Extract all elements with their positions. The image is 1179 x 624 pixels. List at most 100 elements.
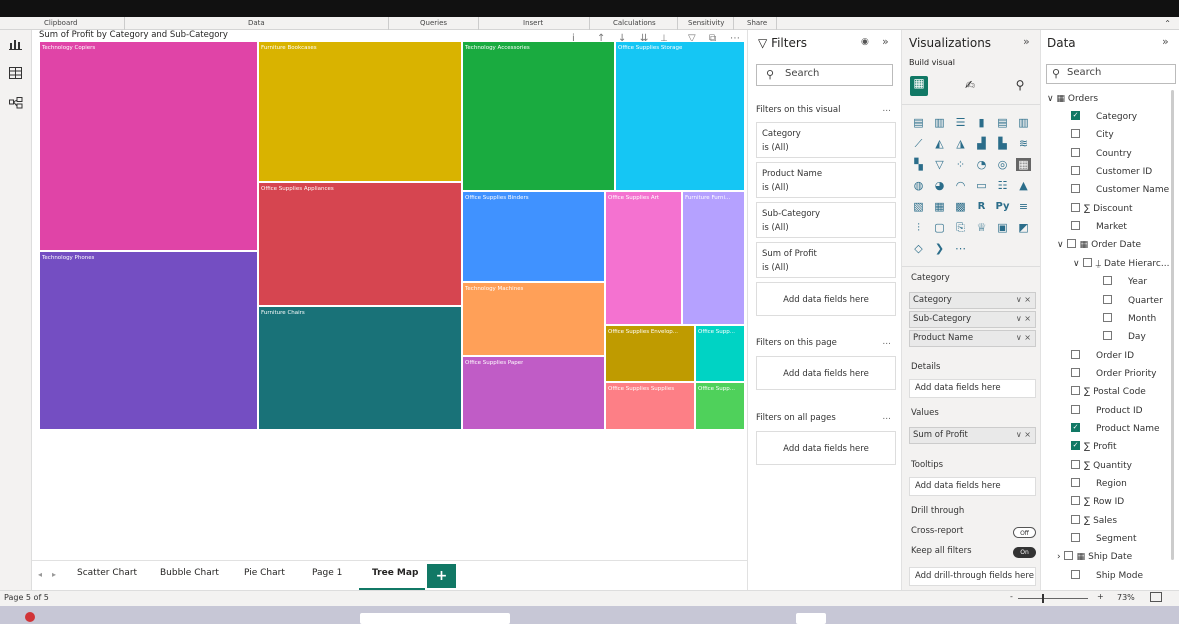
collapse-pane-icon[interactable]: » (1023, 35, 1030, 48)
field-postal-code[interactable]: ∑ Postal Code (1071, 386, 1146, 397)
report-icon[interactable]: ▣ (995, 221, 1010, 234)
data-search-input[interactable]: ⚲ Search (1046, 64, 1176, 84)
treemap-tile[interactable]: Office Supplies Storage (615, 41, 745, 191)
data-pane-scrollbar[interactable] (1171, 90, 1174, 560)
zoom-out-button[interactable]: - (1010, 592, 1013, 601)
key-influencers-icon[interactable]: ⫶ (911, 221, 926, 234)
table-icon[interactable]: ▦ (932, 200, 947, 213)
line-chart-icon[interactable]: ⟋ (911, 137, 926, 150)
checkbox[interactable] (1071, 569, 1080, 579)
field-quantity[interactable]: ∑ Quantity (1071, 459, 1132, 471)
zoom-slider[interactable] (1018, 598, 1088, 599)
r-visual-icon[interactable]: R (974, 200, 989, 213)
analytics-tab-icon[interactable]: ⚲ (1012, 78, 1028, 92)
funnel-chart-icon[interactable]: ▽ (932, 158, 947, 171)
card-icon[interactable]: ▭ (974, 179, 989, 192)
treemap-tile[interactable]: Furniture Bookcases (258, 41, 462, 182)
clustered-column-chart-icon[interactable]: ▮ (974, 116, 989, 129)
treemap-icon[interactable]: ▦ (1016, 158, 1031, 171)
checkbox[interactable]: ✓ (1071, 422, 1080, 432)
cross-report-toggle[interactable]: Off (1013, 527, 1036, 538)
checkbox[interactable] (1071, 459, 1080, 469)
field-row-id[interactable]: ∑ Row ID (1071, 496, 1124, 507)
filters-search-input[interactable]: ⚲ Search (756, 64, 893, 86)
field-city[interactable]: City (1071, 129, 1114, 140)
add-drill-through-fields[interactable]: Add drill-through fields here (909, 567, 1036, 586)
checkbox[interactable] (1063, 551, 1073, 561)
area-chart-icon[interactable]: ◭ (932, 137, 947, 150)
field-ship-mode[interactable]: Ship Mode (1071, 569, 1143, 581)
field-quarter[interactable]: Quarter (1103, 294, 1163, 306)
stacked-area-chart-icon[interactable]: ◮ (953, 137, 968, 150)
matrix-icon[interactable]: ▩ (953, 200, 968, 213)
model-view-icon[interactable] (8, 97, 24, 111)
treemap-tile[interactable]: Office Supplies Art (605, 191, 682, 325)
chevron-icon[interactable]: ❯ (932, 242, 947, 255)
checkbox[interactable] (1082, 257, 1092, 267)
checkbox[interactable] (1071, 496, 1080, 506)
100-bar-chart-icon[interactable]: ▤ (995, 116, 1010, 129)
treemap-tile[interactable]: Technology Accessories (462, 41, 615, 191)
remove-field-icon[interactable]: ∨ × (1016, 430, 1031, 439)
field-date-hierarc[interactable]: ∨ ⍊ Date Hierarc... (1073, 257, 1169, 269)
field-profit[interactable]: ✓ ∑ Profit (1071, 441, 1117, 452)
slicer-icon[interactable]: ▧ (911, 200, 926, 213)
line-column-chart-icon[interactable]: ▟ (974, 137, 989, 150)
filter-card-sum-of-profit[interactable]: Sum of Profit is (All) (756, 242, 896, 278)
checkbox[interactable] (1071, 202, 1080, 212)
build-visual-tab-icon[interactable]: ▦ (910, 76, 928, 96)
treemap-tile[interactable]: Furniture Furni... (682, 191, 745, 325)
chevron-right-icon[interactable]: › (1057, 552, 1061, 562)
treemap-tile[interactable]: Technology Phones (39, 251, 258, 430)
add-page-button[interactable]: + (427, 564, 456, 588)
treemap-tile[interactable]: Furniture Chairs (258, 306, 462, 430)
ribbon-group-calculations[interactable]: Calculations (613, 19, 656, 27)
field-day[interactable]: Day (1103, 331, 1146, 342)
field-segment[interactable]: Segment (1071, 533, 1137, 544)
remove-field-icon[interactable]: ∨ × (1016, 314, 1031, 323)
add-page-filter-fields[interactable]: Add data fields here (756, 356, 896, 390)
pie-chart-icon[interactable]: ◔ (974, 158, 989, 171)
waterfall-chart-icon[interactable]: ▚ (911, 158, 926, 171)
checkbox[interactable] (1071, 221, 1080, 231)
eye-icon[interactable]: ◉ (861, 37, 869, 47)
checkbox[interactable] (1103, 312, 1112, 322)
treemap-tile[interactable]: Office Supplies Supplies (605, 382, 695, 430)
ribbon-group-queries[interactable]: Queries (420, 19, 447, 27)
qa-icon[interactable]: ▢ (932, 221, 947, 234)
multi-row-card-icon[interactable]: ☷ (995, 179, 1010, 192)
paginated-report-icon[interactable]: ⎘ (953, 221, 968, 234)
map-icon[interactable]: ◍ (911, 179, 926, 192)
checkbox[interactable] (1071, 166, 1080, 176)
treemap-tile[interactable]: Office Supp... (695, 325, 745, 382)
checkbox[interactable]: ✓ (1071, 111, 1080, 120)
field-year[interactable]: Year (1103, 276, 1147, 287)
treemap-tile[interactable]: Office Supp... (695, 382, 745, 430)
100-column-chart-icon[interactable]: ▥ (1016, 116, 1031, 129)
treemap-tile[interactable]: Office Supplies Binders (462, 191, 605, 282)
collapse-ribbon-icon[interactable]: ⌃ (1164, 19, 1171, 28)
values-field-sum-of-profit[interactable]: Sum of Profit ∨ × (909, 427, 1036, 444)
fit-to-page-icon[interactable] (1150, 592, 1162, 602)
field-ship-date[interactable]: › ▦ Ship Date (1057, 551, 1132, 562)
field-product-name[interactable]: ✓ Product Name (1071, 422, 1160, 434)
keep-all-filters-toggle[interactable]: On (1013, 547, 1036, 558)
diamond-icon[interactable]: ◇ (911, 242, 926, 255)
field-customer-name[interactable]: Customer Name (1071, 184, 1169, 195)
field-category[interactable]: ✓ Category (1071, 111, 1137, 122)
smart-narrative-icon[interactable]: ≡ (1016, 200, 1031, 213)
checkbox[interactable] (1071, 184, 1080, 194)
line-clustered-column-icon[interactable]: ▙ (995, 137, 1010, 150)
checkbox[interactable] (1071, 404, 1080, 414)
clustered-bar-chart-icon[interactable]: ☰ (953, 116, 968, 129)
tab-bubble-chart[interactable]: Bubble Chart (160, 568, 219, 578)
add-tooltips-fields[interactable]: Add data fields here (909, 477, 1036, 496)
collapse-pane-icon[interactable]: » (882, 35, 889, 48)
checkbox[interactable] (1103, 294, 1112, 304)
zoom-slider-thumb[interactable] (1042, 594, 1044, 603)
field-country[interactable]: Country (1071, 147, 1132, 159)
add-all-pages-filter-fields[interactable]: Add data fields here (756, 431, 896, 465)
checkbox[interactable] (1071, 349, 1080, 359)
more-icon[interactable]: ... (882, 412, 891, 422)
ribbon-group-clipboard[interactable]: Clipboard (44, 19, 77, 27)
